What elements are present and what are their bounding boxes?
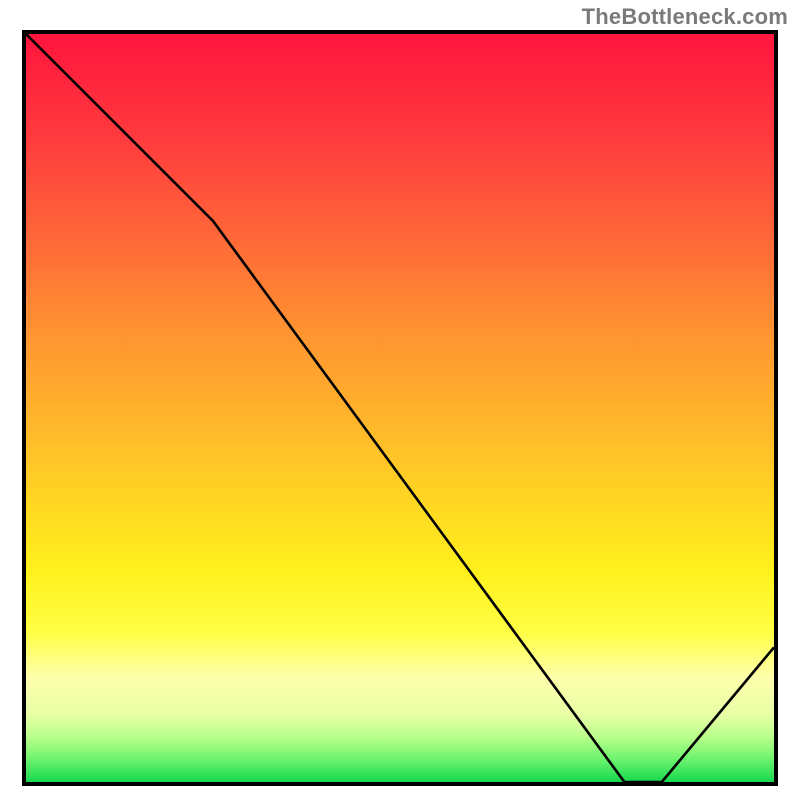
plot-frame bbox=[22, 30, 778, 786]
data-line bbox=[26, 34, 774, 782]
data-line-layer bbox=[26, 34, 774, 782]
chart-container: TheBottleneck.com bbox=[0, 0, 800, 800]
watermark-text: TheBottleneck.com bbox=[582, 4, 788, 30]
